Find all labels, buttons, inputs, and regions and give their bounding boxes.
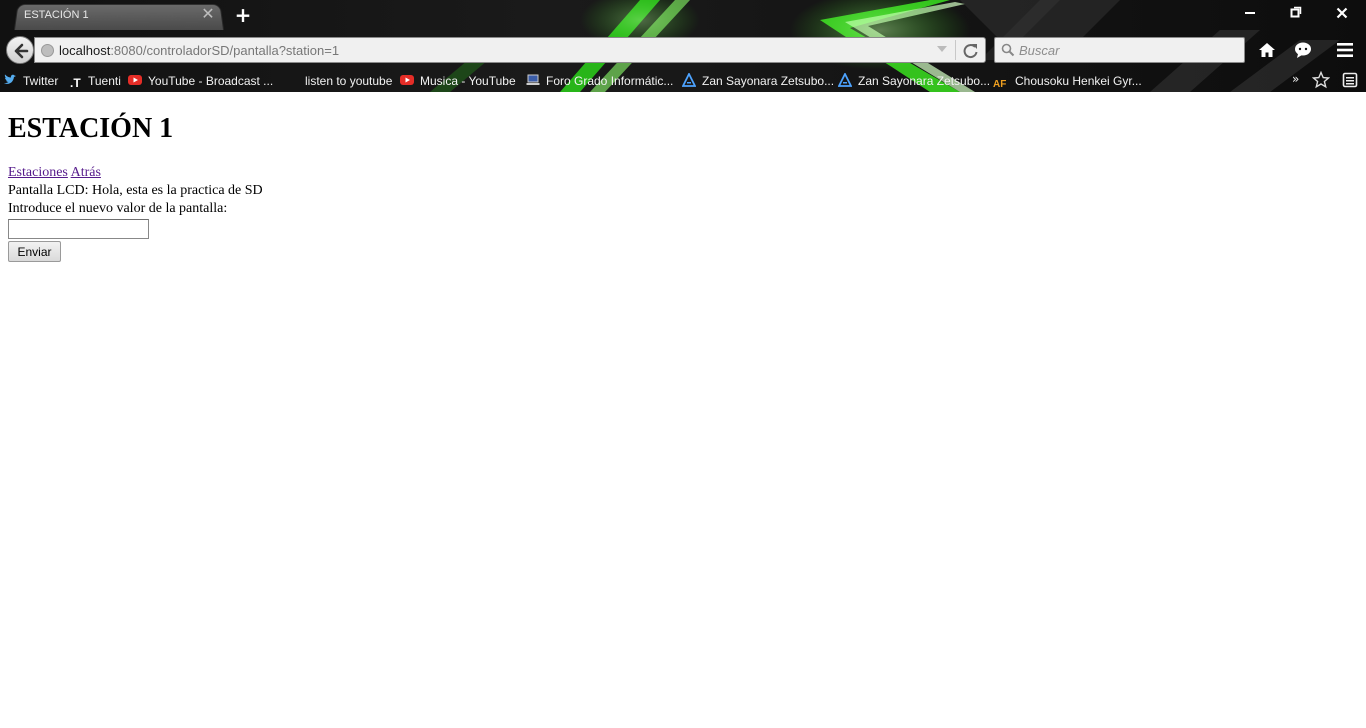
bookmark-label: Foro Grado Informátic... (546, 74, 674, 88)
bookmark-label: YouTube - Broadcast ... (148, 74, 274, 88)
bookmark-foro-grado[interactable]: Foro Grado Informátic... (526, 73, 673, 89)
laptop-icon (526, 74, 540, 85)
search-icon (1001, 43, 1015, 57)
new-tab-icon[interactable]: + (233, 5, 253, 25)
bookmark-label: Musica - YouTube (420, 74, 516, 88)
youtube-icon (128, 75, 142, 85)
minimize-icon[interactable] (1230, 3, 1270, 25)
twitter-icon (4, 74, 16, 84)
chat-icon[interactable] (1293, 40, 1313, 60)
bookmarks-bar: Twitter .T Tuenti YouTube - Broadcast ...… (0, 68, 1366, 92)
bookmark-twitter[interactable]: Twitter (3, 73, 58, 89)
bookmark-label: Zan Sayonara Zetsubo... (702, 74, 835, 88)
back-link[interactable]: Atrás (71, 165, 101, 180)
bookmark-label: Zan Sayonara Zetsubo... (858, 74, 991, 88)
tab-strip: ESTACIÓN 1 ✕ + (0, 0, 1366, 32)
input-prompt-label: Introduce el nuevo valor de la pantalla: (8, 201, 228, 216)
lcd-value-input[interactable] (8, 219, 149, 239)
tab-title: ESTACIÓN 1 (24, 9, 89, 21)
bookmarks-list-icon[interactable] (1342, 72, 1358, 92)
triangle-logo-icon (838, 73, 852, 87)
url-separator (955, 40, 956, 60)
bookmark-tuenti[interactable]: .T Tuenti (70, 73, 121, 90)
close-window-icon[interactable] (1322, 3, 1362, 25)
submit-button[interactable]: Enviar (8, 241, 61, 262)
bookmark-star-icon[interactable] (1311, 70, 1331, 92)
history-dropdown-icon[interactable] (937, 46, 947, 52)
bookmark-zan-sayonara-1[interactable]: Zan Sayonara Zetsubo... (682, 73, 834, 89)
bookmark-label: Chousoku Henkei Gyr... (1015, 74, 1142, 88)
menu-icon[interactable] (1335, 40, 1355, 60)
stations-link[interactable]: Estaciones (8, 165, 68, 180)
page-title: ESTACIÓN 1 (8, 113, 174, 144)
bookmark-youtube-broadcast[interactable]: YouTube - Broadcast ... (128, 73, 273, 89)
home-icon[interactable] (1257, 40, 1277, 60)
url-text[interactable]: localhost:8080/controladorSD/pantalla?st… (59, 43, 339, 58)
bookmark-label: listen to youtube (305, 74, 393, 88)
navigation-bar: localhost:8080/controladorSD/pantalla?st… (0, 32, 1366, 66)
page-content: ESTACIÓN 1 Estaciones Atrás Pantalla LCD… (0, 92, 1366, 728)
nav-links: Estaciones Atrás (8, 164, 1358, 182)
bookmark-label: Tuenti (88, 74, 121, 88)
bookmark-zan-sayonara-2[interactable]: Zan Sayonara Zetsubo... (838, 73, 990, 89)
bookmark-musica-youtube[interactable]: Musica - YouTube (400, 73, 516, 89)
search-bar[interactable] (994, 37, 1245, 63)
url-host: localhost (59, 43, 111, 58)
url-path: :8080/controladorSD/pantalla?station=1 (110, 43, 340, 58)
search-input[interactable] (1019, 40, 1239, 60)
bookmarks-overflow-icon[interactable]: » (1292, 72, 1299, 86)
site-identity-icon[interactable] (41, 44, 54, 57)
bookmark-label: Twitter (23, 74, 59, 88)
bookmark-chousoku-henkei[interactable]: AF Chousoku Henkei Gyr... (993, 73, 1142, 90)
reload-icon[interactable] (961, 41, 981, 61)
lcd-status-text: Pantalla LCD: Hola, esta es la practica … (8, 183, 263, 198)
back-arrow-icon (14, 43, 29, 59)
tab-close-icon[interactable]: ✕ (199, 5, 217, 23)
bookmark-listen-to-youtube[interactable]: listen to youtube (305, 73, 392, 89)
back-button[interactable] (6, 36, 34, 64)
triangle-logo-icon (682, 73, 696, 87)
af-logo-icon: AF (993, 79, 1007, 90)
youtube-icon (400, 75, 414, 85)
address-bar[interactable]: localhost:8080/controladorSD/pantalla?st… (34, 37, 986, 63)
restore-icon[interactable] (1276, 3, 1316, 25)
tuenti-icon: .T (70, 76, 81, 90)
browser-chrome: ESTACIÓN 1 ✕ + localhost:8080/controlado… (0, 0, 1366, 92)
